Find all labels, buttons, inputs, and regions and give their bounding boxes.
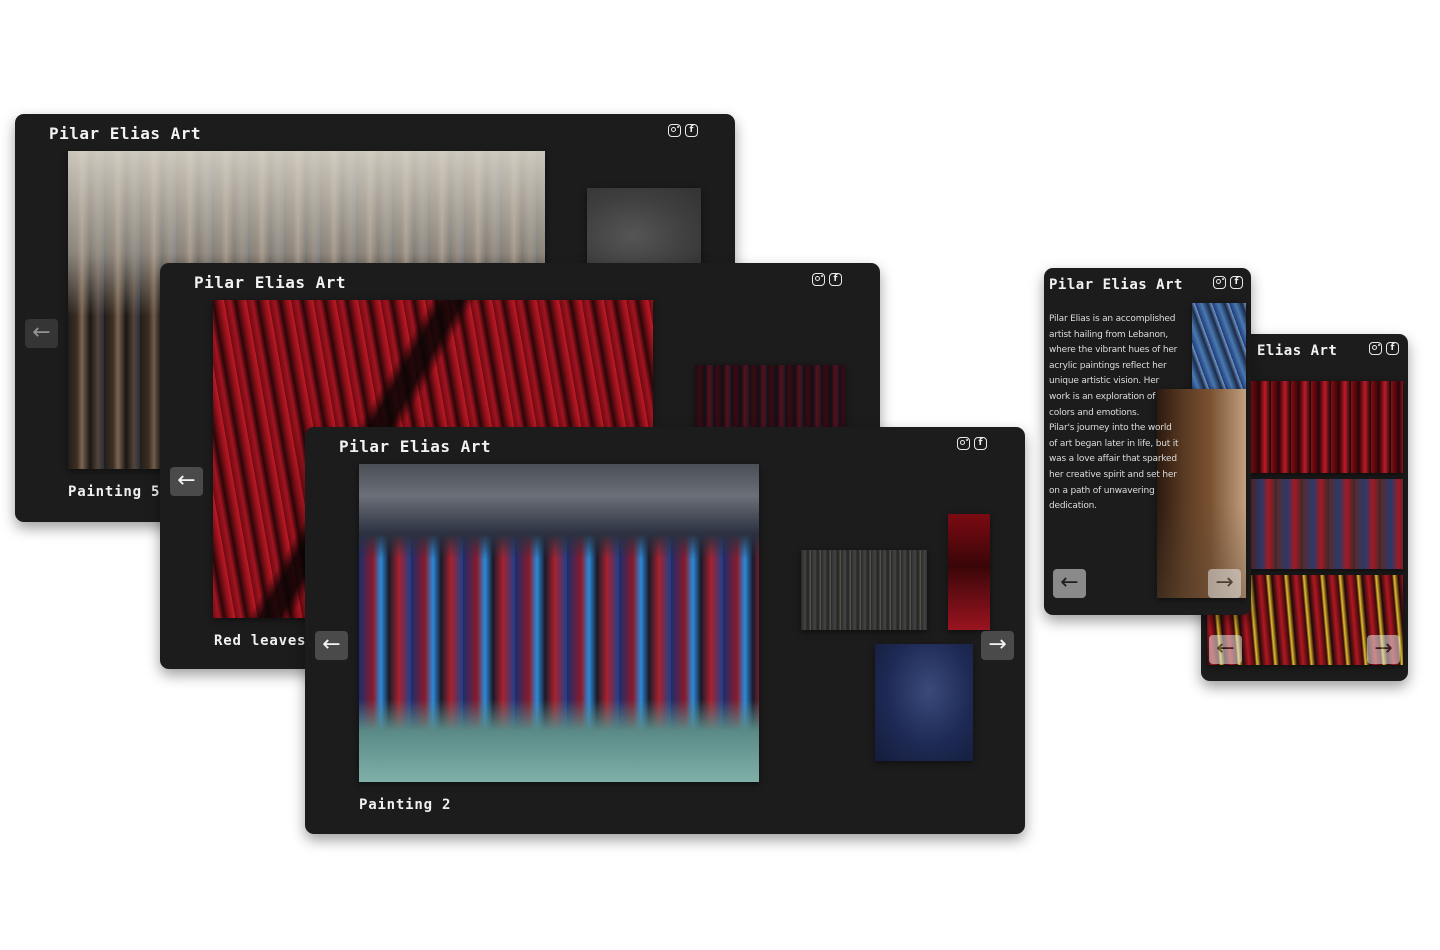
bio-line: dedication. xyxy=(1049,501,1097,512)
site-title[interactable]: Pilar Elias Art xyxy=(339,437,491,456)
social-links: f xyxy=(1369,342,1399,355)
bio-line: was a love affair that sparked xyxy=(1049,454,1177,465)
social-links: f xyxy=(668,124,698,137)
prev-arrow-button[interactable]: ← xyxy=(170,467,203,496)
thumbnail-painting[interactable] xyxy=(587,188,701,268)
bio-line: artist hailing from Lebanon, xyxy=(1049,329,1168,340)
artist-bio: Pilar Elias is an accomplished artist ha… xyxy=(1049,312,1179,515)
next-arrow-button[interactable]: → xyxy=(1367,635,1400,664)
bio-line: acrylic paintings reflect her xyxy=(1049,360,1167,371)
bio-line: Pilar's journey into the world xyxy=(1049,423,1172,434)
site-title[interactable]: Pilar Elias Art xyxy=(194,273,346,292)
next-arrow-button[interactable]: → xyxy=(981,631,1014,660)
social-links: f xyxy=(957,437,987,450)
facebook-icon[interactable]: f xyxy=(685,124,698,137)
bio-line: her creative spirit and set her xyxy=(1049,469,1177,480)
facebook-icon[interactable]: f xyxy=(1386,342,1399,355)
thumbnail-painting-1[interactable] xyxy=(801,550,927,630)
bio-line: Pilar Elias is an accomplished xyxy=(1049,314,1176,324)
bio-line: work is an exploration of xyxy=(1049,391,1156,402)
prev-arrow-button[interactable]: ← xyxy=(315,631,348,660)
painting-caption: Painting 2 xyxy=(359,797,452,813)
thumbnail-painting[interactable] xyxy=(695,365,845,427)
site-title[interactable]: Pilar Elias Art xyxy=(49,124,201,143)
bio-line: of art began later in life, but it xyxy=(1049,438,1179,449)
painting-caption: Painting 5 xyxy=(68,484,161,500)
instagram-icon[interactable] xyxy=(1369,342,1382,355)
bio-line: where the vibrant hues of her xyxy=(1049,345,1178,356)
gallery-painting-2[interactable] xyxy=(1251,479,1403,569)
instagram-icon[interactable] xyxy=(812,273,825,286)
facebook-icon[interactable]: f xyxy=(1230,276,1243,289)
instagram-icon[interactable] xyxy=(1213,276,1226,289)
prev-arrow-button[interactable]: ← xyxy=(1053,569,1086,598)
instagram-icon[interactable] xyxy=(668,124,681,137)
site-title[interactable]: Pilar Elias Art xyxy=(1049,277,1183,293)
artist-painting-photo xyxy=(1192,303,1246,389)
prev-arrow-button[interactable]: ← xyxy=(1209,635,1242,664)
social-links: f xyxy=(812,273,842,286)
facebook-icon[interactable]: f xyxy=(974,437,987,450)
facebook-icon[interactable]: f xyxy=(829,273,842,286)
gallery-window-front: Pilar Elias Art f ← → Painting 2 xyxy=(305,427,1025,834)
instagram-icon[interactable] xyxy=(957,437,970,450)
site-title-cropped[interactable]: Elias Art xyxy=(1257,343,1337,359)
gallery-painting-1[interactable] xyxy=(1251,381,1403,473)
thumbnail-painting-3[interactable] xyxy=(875,644,973,761)
thumbnail-painting-2[interactable] xyxy=(948,514,990,630)
bio-line: unique artistic vision. Her xyxy=(1049,376,1160,387)
main-painting[interactable] xyxy=(359,464,759,782)
mobile-about-window: Pilar Elias Art f Pilar Elias is an acco… xyxy=(1044,268,1251,615)
bio-line: on a path of unwavering xyxy=(1049,485,1155,496)
prev-arrow-button[interactable]: ← xyxy=(25,319,58,348)
next-arrow-button[interactable]: → xyxy=(1208,569,1241,598)
painting-caption: Red leaves xyxy=(214,633,307,649)
bio-line: colors and emotions. xyxy=(1049,407,1140,418)
social-links: f xyxy=(1213,276,1243,289)
